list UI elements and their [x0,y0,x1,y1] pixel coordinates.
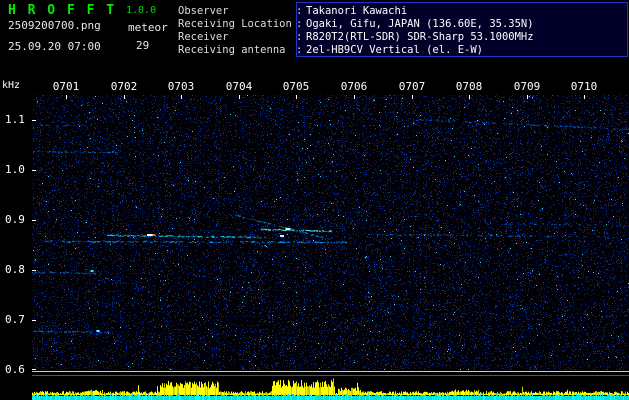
mode-label: meteor [128,21,168,34]
freq-tick-label: 0.7 [5,313,25,326]
info-colon: : [296,31,303,43]
info-row-location: Receiving Location: Ogaki, Gifu, JAPAN (1… [178,18,534,30]
info-value-location: Ogaki, Gifu, JAPAN (136.60E, 35.35N) [306,18,534,30]
info-value-antenna: 2el-HB9CV Vertical (el. E-W) [306,44,484,56]
time-tick-label: 0703 [167,80,195,93]
info-colon: : [296,18,303,30]
output-filename: 2509200700.png [8,19,101,32]
freq-tick-label: 1.1 [5,113,25,126]
time-tick-label: 0710 [570,80,598,93]
info-label-location: Receiving Location [178,18,292,30]
info-colon: : [296,44,303,56]
freq-tick-label: 0.6 [5,363,25,376]
info-row-receiver: Receiver: R820T2(RTL-SDR) SDR-Sharp 53.10… [178,31,534,43]
time-tick-label: 0706 [340,80,368,93]
signal-level-canvas [32,371,629,400]
time-tick-label: 0708 [455,80,483,93]
info-colon: : [296,5,303,17]
time-tick-label: 0704 [225,80,253,93]
freq-tick-label: 0.9 [5,213,25,226]
freq-tick-label: 0.8 [5,263,25,276]
time-tick-label: 0707 [398,80,426,93]
info-value-receiver: R820T2(RTL-SDR) SDR-Sharp 53.1000MHz [306,31,534,43]
time-tick-label: 0701 [52,80,80,93]
time-axis: 0701 0702 0703 0704 0705 0706 0707 0708 … [32,80,629,93]
info-label-observer: Observer [178,5,229,17]
freq-tick-label: 1.0 [5,163,25,176]
freq-axis-unit-label: kHz [2,80,21,91]
observation-datetime: 25.09.20 07:00 [8,40,101,53]
info-value-observer: Takanori Kawachi [306,5,408,17]
info-row-antenna: Receiving antenna:2el-HB9CV Vertical (el… [178,44,483,56]
time-tick-label: 0709 [513,80,541,93]
app-title: H R O F F T [8,3,117,18]
info-label-antenna: Receiving antenna [178,44,286,56]
info-label-receiver: Receiver [178,31,229,43]
info-row-observer: Observer: Takanori Kawachi [178,5,407,17]
hrofft-window: H R O F F T 1.0.0 2509200700.png meteor … [0,0,629,400]
spectrogram-canvas [32,95,629,370]
meteor-count: 29 [136,39,150,52]
app-version: 1.0.0 [126,5,157,16]
time-tick-label: 0702 [110,80,138,93]
time-tick-label: 0705 [282,80,310,93]
